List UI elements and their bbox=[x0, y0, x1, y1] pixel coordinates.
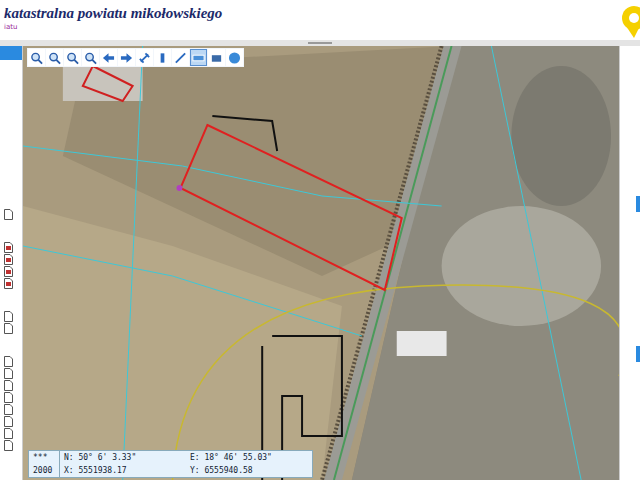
panel-tab[interactable] bbox=[636, 346, 640, 362]
zoom-in-icon bbox=[30, 51, 43, 65]
link-button[interactable] bbox=[136, 49, 153, 66]
layer-document-icon bbox=[4, 278, 13, 289]
globe-icon bbox=[228, 51, 241, 65]
map-toolbar bbox=[27, 48, 244, 67]
coordinate-marker: *** bbox=[29, 451, 60, 464]
sidebar-item[interactable] bbox=[0, 319, 22, 330]
info-icon bbox=[156, 51, 169, 65]
sidebar-item[interactable] bbox=[0, 412, 22, 423]
back-button[interactable] bbox=[100, 49, 117, 66]
sidebar-item[interactable] bbox=[0, 274, 22, 285]
document-icon bbox=[4, 428, 13, 439]
sidebar-item[interactable] bbox=[0, 307, 22, 318]
sidebar-item[interactable] bbox=[0, 376, 22, 387]
back-icon bbox=[102, 51, 115, 65]
cadastral-portal: katastralna powiatu mikołowskiegoiatu ***… bbox=[0, 0, 640, 480]
forward-button[interactable] bbox=[118, 49, 135, 66]
coordinate-system[interactable]: 2000 bbox=[29, 464, 60, 477]
measure-button[interactable] bbox=[172, 49, 189, 66]
longitude: E: 18° 46' 55.03" bbox=[186, 451, 312, 464]
link-icon bbox=[138, 51, 151, 65]
info-button[interactable] bbox=[154, 49, 171, 66]
document-icon bbox=[4, 404, 13, 415]
sidebar-item[interactable] bbox=[0, 238, 22, 249]
document-icon bbox=[4, 440, 13, 451]
map-view[interactable]: ***N: 50° 6' 3.33"E: 18° 46' 55.03" 2000X… bbox=[23, 46, 619, 480]
y-coordinate: Y: 6555940.58 bbox=[186, 464, 312, 477]
zoom-extent-icon bbox=[84, 51, 97, 65]
panel-divider[interactable] bbox=[0, 40, 640, 46]
sidebar-item[interactable] bbox=[0, 250, 22, 261]
portal-title: katastralna powiatu mikołowskiego bbox=[4, 4, 222, 22]
document-icon bbox=[4, 416, 13, 427]
zoom-extent-button[interactable] bbox=[82, 49, 99, 66]
pin-logo-icon bbox=[620, 4, 640, 38]
coordinates-box: ***N: 50° 6' 3.33"E: 18° 46' 55.03" 2000X… bbox=[28, 450, 313, 478]
print-button[interactable] bbox=[208, 49, 225, 66]
pan-icon bbox=[66, 51, 79, 65]
print-icon bbox=[210, 51, 223, 65]
forward-icon bbox=[120, 51, 133, 65]
zoom-in-button[interactable] bbox=[28, 49, 45, 66]
zoom-out-button[interactable] bbox=[46, 49, 63, 66]
globe-button[interactable] bbox=[226, 49, 243, 66]
layer-sidebar bbox=[0, 46, 23, 480]
sidebar-item[interactable] bbox=[0, 262, 22, 273]
document-icon bbox=[4, 323, 13, 334]
document-icon bbox=[4, 311, 13, 322]
sidebar-item[interactable] bbox=[0, 205, 22, 216]
portal-subtitle: iatu bbox=[4, 22, 222, 32]
document-icon bbox=[4, 380, 13, 391]
document-icon bbox=[4, 356, 13, 367]
header: katastralna powiatu mikołowskiegoiatu bbox=[0, 0, 640, 40]
pan-button[interactable] bbox=[64, 49, 81, 66]
sidebar-header bbox=[0, 46, 22, 60]
sidebar-item[interactable] bbox=[0, 364, 22, 375]
document-icon bbox=[4, 368, 13, 379]
ruler-icon bbox=[192, 51, 205, 65]
layer-document-icon bbox=[4, 254, 13, 265]
zoom-out-icon bbox=[48, 51, 61, 65]
panel-tab[interactable] bbox=[636, 196, 640, 212]
sidebar-item[interactable] bbox=[0, 436, 22, 447]
document-icon bbox=[4, 209, 13, 220]
x-coordinate: X: 5551938.17 bbox=[60, 464, 186, 477]
sidebar-item[interactable] bbox=[0, 400, 22, 411]
sidebar-item[interactable] bbox=[0, 424, 22, 435]
sidebar-item[interactable] bbox=[0, 388, 22, 399]
layer-document-icon bbox=[4, 266, 13, 277]
ruler-button[interactable] bbox=[190, 49, 207, 66]
document-icon bbox=[4, 392, 13, 403]
measure-icon bbox=[174, 51, 187, 65]
sidebar-item[interactable] bbox=[0, 352, 22, 363]
orthophoto-map[interactable] bbox=[23, 46, 619, 480]
layer-document-icon bbox=[4, 242, 13, 253]
right-panel bbox=[619, 46, 640, 480]
latitude: N: 50° 6' 3.33" bbox=[60, 451, 186, 464]
